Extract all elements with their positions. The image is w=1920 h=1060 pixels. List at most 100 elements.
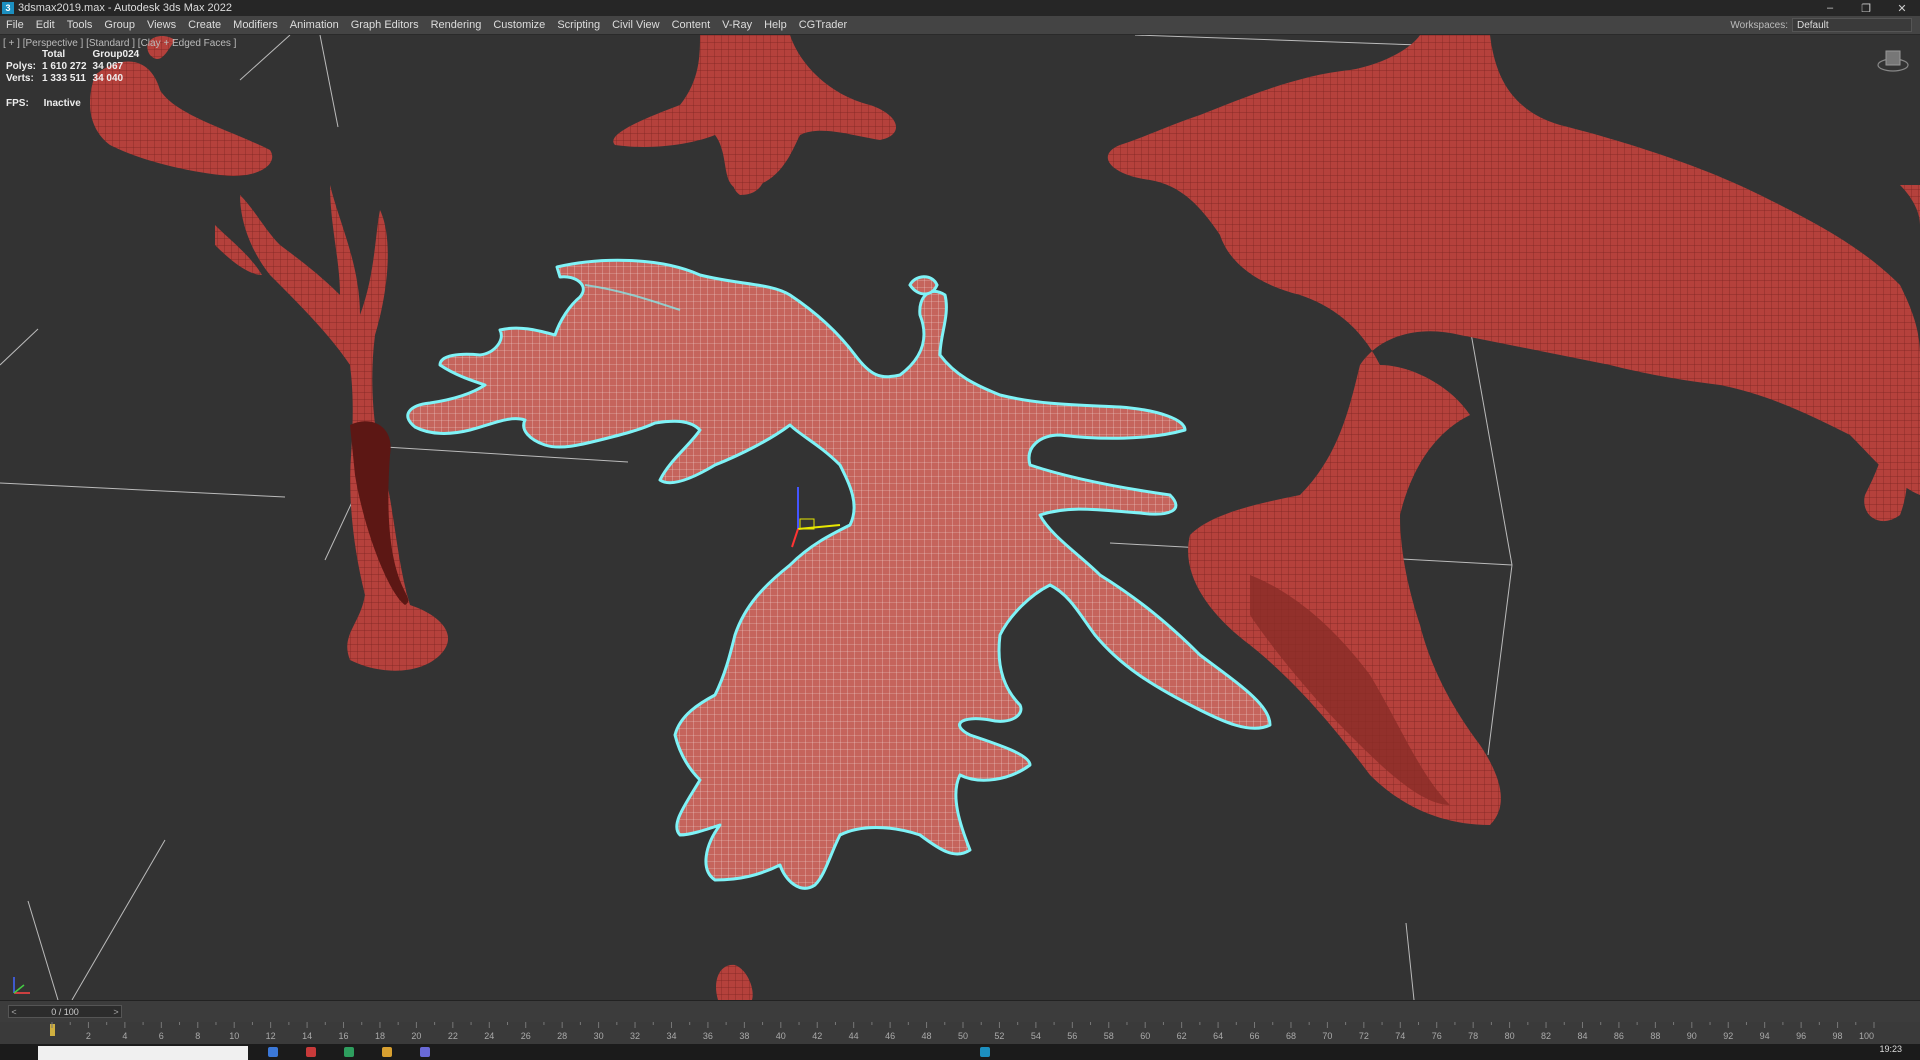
trackbar-tick-label: 72: [1359, 1031, 1369, 1041]
fps-value: Inactive: [43, 98, 81, 109]
stats-spacer: [6, 49, 42, 61]
trackbar-tick-label: 40: [776, 1031, 786, 1041]
workspaces-dropdown[interactable]: Default: [1792, 18, 1912, 32]
mesh-tree-left: [215, 185, 449, 671]
stats-verts-object: 34 040: [92, 73, 124, 84]
stats-col-object: Group024: [92, 49, 140, 60]
menu-vray[interactable]: V-Ray: [716, 16, 758, 34]
menu-content[interactable]: Content: [666, 16, 717, 34]
menu-edit[interactable]: Edit: [30, 16, 61, 34]
time-slider[interactable]: < 0 / 100 >: [8, 1005, 122, 1018]
trackbar-tick-label: 66: [1250, 1031, 1260, 1041]
trackbar-tick-label: 94: [1760, 1031, 1770, 1041]
stats-polys-object: 34 067: [92, 61, 124, 72]
trackbar-tick-label: 78: [1468, 1031, 1478, 1041]
menu-modifiers[interactable]: Modifiers: [227, 16, 284, 34]
trackbar-tick-label: 22: [448, 1031, 458, 1041]
trackbar[interactable]: 2 4 6 8 10 12 14 16 18 20 22 24 26 28 30 32 34 36 38 40 42 44…: [0, 1022, 1920, 1044]
trackbar-tick-label: 28: [557, 1031, 567, 1041]
trackbar-tick-label: 14: [302, 1031, 312, 1041]
fps-readout: FPS: Inactive: [6, 98, 93, 109]
taskbar-app-icon[interactable]: [420, 1047, 430, 1057]
taskbar-search-box[interactable]: [38, 1046, 248, 1060]
stats-polys-label: Polys:: [6, 61, 37, 72]
trackbar-tick-label: 80: [1505, 1031, 1515, 1041]
trackbar-tick-label: 64: [1213, 1031, 1223, 1041]
menu-create[interactable]: Create: [182, 16, 227, 34]
trackbar-tick-label: 2: [86, 1031, 91, 1041]
viewport-label[interactable]: [ + ] [Perspective ] [Standard ] [Clay +…: [3, 38, 236, 49]
trackbar-tick-label: 54: [1031, 1031, 1041, 1041]
trackbar-tick-label: 32: [630, 1031, 640, 1041]
trackbar-tick-label: 20: [411, 1031, 421, 1041]
menu-group[interactable]: Group: [98, 16, 141, 34]
fps-label: FPS:: [6, 98, 29, 109]
trackbar-tick-label: 82: [1541, 1031, 1551, 1041]
trackbar-tick-label: 42: [812, 1031, 822, 1041]
trackbar-tick-label: 30: [594, 1031, 604, 1041]
menu-cgtrader[interactable]: CGTrader: [793, 16, 854, 34]
stats-polys-total: 1 610 272: [42, 61, 87, 72]
trackbar-tick-label: 38: [739, 1031, 749, 1041]
menu-help[interactable]: Help: [758, 16, 793, 34]
title-bar: 3 3dsmax2019.max - Autodesk 3ds Max 2022…: [0, 0, 1920, 16]
trackbar-tick-label: 96: [1796, 1031, 1806, 1041]
time-prev-button[interactable]: <: [9, 1007, 19, 1017]
trackbar-tick-label: 62: [1177, 1031, 1187, 1041]
menu-animation[interactable]: Animation: [284, 16, 345, 34]
trackbar-tick-label: 90: [1687, 1031, 1697, 1041]
taskbar-3dsmax-icon[interactable]: [980, 1047, 990, 1057]
trackbar-tick-label: 70: [1322, 1031, 1332, 1041]
menu-civil-view[interactable]: Civil View: [606, 16, 665, 34]
trackbar-tick-label: 88: [1650, 1031, 1660, 1041]
mesh-stub-bottom: [715, 964, 753, 1000]
taskbar-clock: 19:23: [1879, 1044, 1902, 1054]
workspaces-label: Workspaces:: [1730, 19, 1788, 31]
viewport-statistics: Total Group024 Polys: 1 610 272 34 067 V…: [6, 49, 145, 85]
perspective-viewport[interactable]: [ + ] [Perspective ] [Standard ] [Clay +…: [0, 35, 1920, 1000]
minimize-button[interactable]: –: [1812, 0, 1848, 16]
viewcube-icon[interactable]: [1876, 47, 1910, 73]
window-controls: – ❐ ✕: [1812, 0, 1920, 16]
menu-customize[interactable]: Customize: [487, 16, 551, 34]
menu-views[interactable]: Views: [141, 16, 182, 34]
workspaces: Workspaces: Default: [1730, 16, 1912, 34]
trackbar-tick-label: 18: [375, 1031, 385, 1041]
stats-verts-total: 1 333 511: [42, 73, 86, 84]
trackbar-tick-label: 86: [1614, 1031, 1624, 1041]
menu-scripting[interactable]: Scripting: [551, 16, 606, 34]
taskbar-app-icon[interactable]: [382, 1047, 392, 1057]
trackbar-tick-label: 8: [195, 1031, 200, 1041]
scene-canvas: [0, 35, 1920, 1000]
time-slider-value: 0 / 100: [51, 1006, 79, 1017]
trackbar-tick-label: 24: [484, 1031, 494, 1041]
taskbar-app-icon[interactable]: [306, 1047, 316, 1057]
menu-tools[interactable]: Tools: [61, 16, 99, 34]
stats-col-total: Total: [42, 49, 66, 60]
trackbar-tick-label: 12: [266, 1031, 276, 1041]
trackbar-tick-label: 98: [1833, 1031, 1843, 1041]
mesh-tree-top-center: [613, 35, 897, 195]
trackbar-tick-label: 34: [666, 1031, 676, 1041]
app-icon[interactable]: 3: [2, 2, 14, 14]
taskbar-app-icon[interactable]: [344, 1047, 354, 1057]
trackbar-tick-label: 6: [159, 1031, 164, 1041]
stats-verts-label: Verts:: [6, 73, 34, 84]
window-title: 3dsmax2019.max - Autodesk 3ds Max 2022: [18, 2, 233, 14]
restore-button[interactable]: ❐: [1848, 0, 1884, 16]
trackbar-ruler: 2 4 6 8 10 12 14 16 18 20 22 24 26 28 30 32 34 36 38 40 42 44…: [50, 1022, 1875, 1041]
windows-taskbar: 19:23: [0, 1044, 1920, 1060]
trackbar-tick-label: 76: [1432, 1031, 1442, 1041]
close-button[interactable]: ✕: [1884, 0, 1920, 16]
selected-group-mesh[interactable]: [406, 258, 1272, 890]
taskbar-app-icon[interactable]: [268, 1047, 278, 1057]
trackbar-tick-label: 46: [885, 1031, 895, 1041]
trackbar-tick-label: 16: [339, 1031, 349, 1041]
time-slider-bar: < 0 / 100 >: [0, 1000, 1920, 1023]
menu-rendering[interactable]: Rendering: [425, 16, 488, 34]
menu-file[interactable]: File: [0, 16, 30, 34]
time-next-button[interactable]: >: [111, 1007, 121, 1017]
trackbar-tick-label: 4: [122, 1031, 127, 1041]
trackbar-tick-label: 68: [1286, 1031, 1296, 1041]
menu-graph-editors[interactable]: Graph Editors: [345, 16, 425, 34]
